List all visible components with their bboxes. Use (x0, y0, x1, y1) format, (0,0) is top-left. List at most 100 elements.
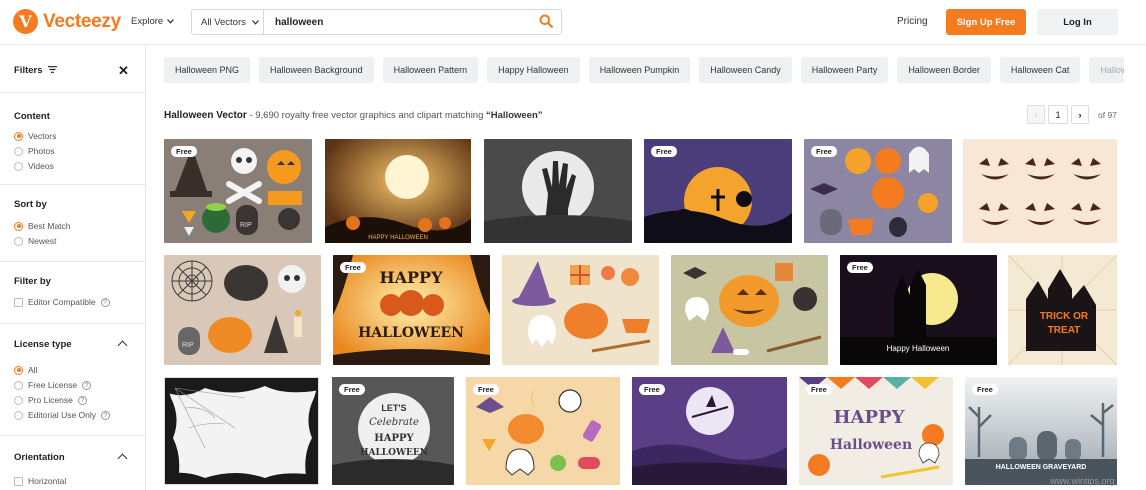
search-category-select[interactable]: All Vectors (192, 10, 264, 34)
spider-web-frame-illustration (165, 378, 318, 484)
license-option-editorial[interactable]: Editorial Use Only? (14, 410, 111, 420)
sign-up-button[interactable]: Sign Up Free (946, 9, 1026, 35)
result-tile[interactable]: HAPPY Halloween Free (799, 377, 953, 485)
editor-compatible-checkbox[interactable]: Editor Compatible? (14, 297, 110, 307)
chip-halloween-pattern[interactable]: Halloween Pattern (382, 57, 479, 83)
result-tile[interactable]: Free (632, 377, 787, 485)
content-title: Content (14, 111, 50, 122)
license-option-free[interactable]: Free License? (14, 380, 92, 390)
result-tile[interactable] (484, 139, 632, 243)
option-label: Newest (28, 236, 57, 246)
chevron-up-icon[interactable] (117, 453, 128, 464)
option-label: Editor Compatible (28, 297, 96, 307)
result-tile[interactable] (671, 255, 828, 365)
happy-halloween-text: HAPPY HALLOWEEN (368, 235, 428, 241)
content-option-vectors[interactable]: Vectors (14, 131, 56, 141)
free-badge: Free (473, 384, 499, 395)
filter-by-title: Filter by (14, 276, 51, 287)
option-label: Pro License (28, 395, 73, 405)
result-tile[interactable]: HALLOWEEN GRAVEYARD Free (965, 377, 1117, 485)
content-option-videos[interactable]: Videos (14, 161, 54, 171)
chip-halloween-cat[interactable]: Halloween Cat (999, 57, 1081, 83)
chip-halloween-border[interactable]: Halloween Border (897, 57, 991, 83)
search-button[interactable] (531, 10, 561, 34)
halloween-text: Halloween (830, 437, 912, 453)
happy-halloween-text: Happy Halloween (887, 344, 950, 353)
pricing-link[interactable]: Pricing (897, 16, 928, 27)
result-tile[interactable] (502, 255, 659, 365)
info-icon[interactable]: ? (82, 380, 92, 390)
filters-label: Filters (14, 65, 43, 76)
option-label: Free License (28, 380, 78, 390)
result-tile[interactable] (963, 139, 1117, 243)
result-tile[interactable]: LET'S Celebrate HAPPY HALLOWEEN Free (332, 377, 454, 485)
result-tile[interactable] (164, 377, 319, 485)
result-tile[interactable]: TRICK OR TREAT (1008, 255, 1117, 365)
free-badge: Free (972, 384, 998, 395)
chip-halloween-candy[interactable]: Halloween Candy (699, 57, 792, 83)
menu-lines-icon (47, 65, 57, 76)
orientation-option-horizontal[interactable]: Horizontal (14, 476, 66, 486)
brand-logo[interactable]: V Vecteezy (13, 9, 121, 34)
chevron-down-icon (167, 16, 175, 27)
pumpkin-potion-illustration (683, 263, 822, 355)
result-tile[interactable]: RIP (164, 255, 321, 365)
chip-halloween-png[interactable]: Halloween PNG (164, 57, 251, 83)
chip-halloween-coo[interactable]: Halloween Coo (1089, 57, 1124, 83)
happy-text: HAPPY (379, 268, 443, 287)
treat-text: TREAT (1048, 325, 1081, 336)
prev-page-button[interactable]: ‹ (1027, 105, 1045, 124)
log-in-button[interactable]: Log In (1037, 9, 1118, 35)
free-badge: Free (847, 262, 873, 273)
license-option-pro[interactable]: Pro License? (14, 395, 87, 405)
witch-hat-pumpkin-illustration (512, 261, 651, 353)
result-tile[interactable]: HAPPY HALLOWEEN Free (333, 255, 490, 365)
lets-text: LET'S (381, 403, 406, 413)
halloween-text: HALLOWEEN (360, 448, 428, 458)
sort-title: Sort by (14, 199, 47, 210)
explore-menu[interactable]: Explore (131, 16, 175, 27)
info-icon[interactable]: ? (100, 297, 110, 307)
results-count: - 9,690 royalty free vector graphics and… (246, 110, 487, 121)
moon-night-illustration: HAPPY HALLOWEEN (325, 139, 471, 243)
halloween-text: HALLOWEEN (358, 325, 464, 341)
watermark-text: www.wintips.org (1050, 476, 1115, 486)
rip-text: RIP (240, 222, 252, 229)
result-tile[interactable]: HAPPY HALLOWEEN (325, 139, 471, 243)
free-badge: Free (639, 384, 665, 395)
explore-label: Explore (131, 16, 164, 27)
related-search-chips: Halloween PNG Halloween Background Hallo… (164, 57, 1124, 83)
result-tile[interactable]: Free (644, 139, 792, 243)
sort-section: Sort by Best Match Newest (0, 185, 145, 262)
pumpkin-faces-illustration (979, 158, 1101, 225)
pagination: ‹ 1 › of 97 (1027, 105, 1117, 124)
sort-option-best-match[interactable]: Best Match (14, 221, 71, 231)
result-tile[interactable]: Happy Halloween Free (840, 255, 997, 365)
results-heading: Halloween Vector - 9,690 royalty free ve… (164, 110, 543, 121)
chip-halloween-party[interactable]: Halloween Party (800, 57, 889, 83)
info-icon[interactable]: ? (101, 410, 111, 420)
license-option-all[interactable]: All (14, 365, 37, 375)
results-title: Halloween Vector (164, 110, 247, 121)
license-title: License type (14, 339, 72, 350)
chevron-up-icon[interactable] (117, 340, 128, 351)
graveyard-title-text: HALLOWEEN GRAVEYARD (996, 464, 1087, 471)
results-query: “Halloween” (486, 110, 543, 121)
info-icon[interactable]: ? (77, 395, 87, 405)
chip-halloween-background[interactable]: Halloween Background (259, 57, 374, 83)
radio-selected (14, 131, 23, 141)
sort-option-newest[interactable]: Newest (14, 236, 56, 246)
result-tile[interactable]: Free (804, 139, 952, 243)
search-input[interactable] (264, 10, 531, 34)
result-tile[interactable]: Free (466, 377, 620, 485)
close-icon[interactable]: ✕ (118, 63, 129, 79)
happy-text: HAPPY (834, 407, 906, 428)
chip-halloween-pumpkin[interactable]: Halloween Pumpkin (588, 57, 691, 83)
next-page-button[interactable]: › (1071, 105, 1089, 124)
chip-happy-halloween[interactable]: Happy Halloween (487, 57, 580, 83)
result-tile[interactable]: RIP Free (164, 139, 312, 243)
option-label: Photos (28, 146, 55, 156)
content-option-photos[interactable]: Photos (14, 146, 54, 156)
checkbox (14, 297, 23, 307)
current-page-input[interactable]: 1 (1048, 105, 1068, 124)
